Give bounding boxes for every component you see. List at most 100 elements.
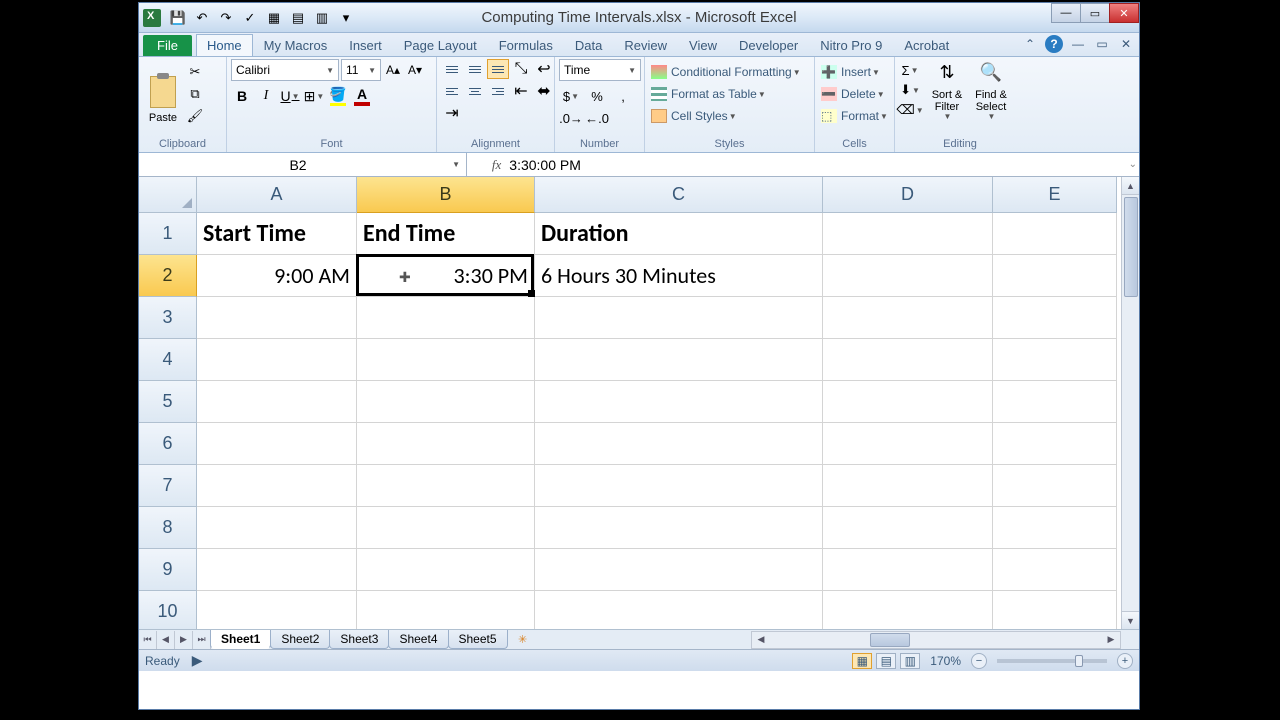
fill-icon[interactable]: ⬇▼: [899, 81, 921, 99]
next-sheet-icon[interactable]: ▶: [175, 631, 193, 649]
decrease-decimal-icon[interactable]: ←.0: [585, 107, 609, 129]
cell-A5[interactable]: [197, 381, 357, 423]
fill-color-button[interactable]: 🪣: [327, 85, 349, 107]
page-layout-view-icon[interactable]: ▤: [876, 653, 896, 669]
font-size-selector[interactable]: 11▼: [341, 59, 381, 81]
cell-C9[interactable]: [535, 549, 823, 591]
cell-D5[interactable]: [823, 381, 993, 423]
tab-my-macros[interactable]: My Macros: [253, 34, 339, 56]
cell-C3[interactable]: [535, 297, 823, 339]
font-color-button[interactable]: A: [351, 85, 373, 107]
cell-E4[interactable]: [993, 339, 1117, 381]
page-break-view-icon[interactable]: ▥: [900, 653, 920, 669]
cell-C2[interactable]: 6 Hours 30 Minutes: [535, 255, 823, 297]
fx-icon[interactable]: fx: [492, 157, 501, 173]
sheet-tab-sheet3[interactable]: Sheet3: [329, 630, 389, 649]
file-tab[interactable]: File: [143, 35, 192, 56]
cell-A9[interactable]: [197, 549, 357, 591]
find-select-button[interactable]: 🔍 Find & Select▼: [969, 59, 1013, 125]
save-icon[interactable]: 💾: [167, 7, 189, 29]
column-header-E[interactable]: E: [993, 177, 1117, 213]
cell-D2[interactable]: [823, 255, 993, 297]
maximize-button[interactable]: ▭: [1080, 3, 1110, 23]
comma-icon[interactable]: ,: [611, 85, 635, 107]
shrink-font-icon[interactable]: A▾: [405, 59, 425, 81]
row-header-6[interactable]: 6: [139, 423, 197, 465]
cut-icon[interactable]: ✂: [185, 63, 205, 81]
cell-D8[interactable]: [823, 507, 993, 549]
macro-record-icon[interactable]: ▶: [192, 652, 203, 669]
cell-C7[interactable]: [535, 465, 823, 507]
cell-B10[interactable]: [357, 591, 535, 629]
redo-icon[interactable]: ↷: [215, 7, 237, 29]
sheet-tab-sheet5[interactable]: Sheet5: [448, 630, 508, 649]
cell-C6[interactable]: [535, 423, 823, 465]
decrease-indent-icon[interactable]: ⇤: [510, 81, 532, 101]
cell-B5[interactable]: [357, 381, 535, 423]
vertical-scrollbar[interactable]: ▲ ▼: [1121, 177, 1139, 629]
cell-B4[interactable]: [357, 339, 535, 381]
align-left-icon[interactable]: [441, 81, 463, 101]
orientation-icon[interactable]: ⤡: [510, 59, 532, 79]
cell-D3[interactable]: [823, 297, 993, 339]
autosum-icon[interactable]: Σ▼: [899, 61, 921, 79]
cell-E6[interactable]: [993, 423, 1117, 465]
underline-button[interactable]: U▼: [279, 85, 301, 107]
cell-A1[interactable]: Start Time: [197, 213, 357, 255]
cell-E5[interactable]: [993, 381, 1117, 423]
column-header-D[interactable]: D: [823, 177, 993, 213]
tab-acrobat[interactable]: Acrobat: [893, 34, 960, 56]
minimize-button[interactable]: —: [1051, 3, 1081, 23]
name-box-dropdown-icon[interactable]: ▼: [452, 160, 460, 169]
row-header-7[interactable]: 7: [139, 465, 197, 507]
clear-icon[interactable]: ⌫▼: [899, 101, 921, 119]
cell-E8[interactable]: [993, 507, 1117, 549]
increase-decimal-icon[interactable]: .0→: [559, 107, 583, 129]
scroll-up-icon[interactable]: ▲: [1122, 177, 1139, 195]
column-header-A[interactable]: A: [197, 177, 357, 213]
prev-sheet-icon[interactable]: ◀: [157, 631, 175, 649]
format-painter-icon[interactable]: 🖌: [185, 107, 205, 125]
grow-font-icon[interactable]: A▴: [383, 59, 403, 81]
tab-data[interactable]: Data: [564, 34, 613, 56]
cell-styles-button[interactable]: Cell Styles ▼: [649, 105, 739, 127]
italic-button[interactable]: I: [255, 85, 277, 107]
cell-D4[interactable]: [823, 339, 993, 381]
cell-B8[interactable]: [357, 507, 535, 549]
align-right-icon[interactable]: [487, 81, 509, 101]
copy-icon[interactable]: ⧉: [185, 85, 205, 103]
close-button[interactable]: ✕: [1109, 3, 1139, 23]
font-name-selector[interactable]: Calibri▼: [231, 59, 339, 81]
format-as-table-button[interactable]: Format as Table ▼: [649, 83, 768, 105]
cell-E3[interactable]: [993, 297, 1117, 339]
cell-D6[interactable]: [823, 423, 993, 465]
row-header-10[interactable]: 10: [139, 591, 197, 629]
tab-developer[interactable]: Developer: [728, 34, 809, 56]
format-cells-button[interactable]: ⬚Format ▼: [819, 105, 890, 127]
cell-D7[interactable]: [823, 465, 993, 507]
zoom-out-button[interactable]: −: [971, 653, 987, 669]
delete-cells-button[interactable]: ➖Delete ▼: [819, 83, 887, 105]
border-button[interactable]: ⊞▼: [303, 85, 325, 107]
merge-center-icon[interactable]: ⬌: [533, 81, 555, 101]
row-header-4[interactable]: 4: [139, 339, 197, 381]
scroll-down-icon[interactable]: ▼: [1122, 611, 1139, 629]
align-top-icon[interactable]: [441, 59, 463, 79]
tab-view[interactable]: View: [678, 34, 728, 56]
insert-cells-button[interactable]: ➕Insert ▼: [819, 61, 882, 83]
select-all-corner[interactable]: [139, 177, 197, 213]
workbook-close-icon[interactable]: ✕: [1117, 35, 1135, 53]
cell-B6[interactable]: [357, 423, 535, 465]
qat-btn-1[interactable]: ✓: [239, 7, 261, 29]
tab-nitro-pro-9[interactable]: Nitro Pro 9: [809, 34, 893, 56]
qat-customize-icon[interactable]: ▾: [335, 7, 357, 29]
wrap-text-icon[interactable]: ↩: [533, 59, 555, 79]
horizontal-scrollbar[interactable]: ◀ ▶: [751, 631, 1121, 649]
cell-E2[interactable]: [993, 255, 1117, 297]
align-middle-icon[interactable]: [464, 59, 486, 79]
zoom-in-button[interactable]: +: [1117, 653, 1133, 669]
cell-E7[interactable]: [993, 465, 1117, 507]
currency-icon[interactable]: $▼: [559, 85, 583, 107]
expand-formula-bar-icon[interactable]: ⌄: [1129, 159, 1137, 170]
cell-B9[interactable]: [357, 549, 535, 591]
